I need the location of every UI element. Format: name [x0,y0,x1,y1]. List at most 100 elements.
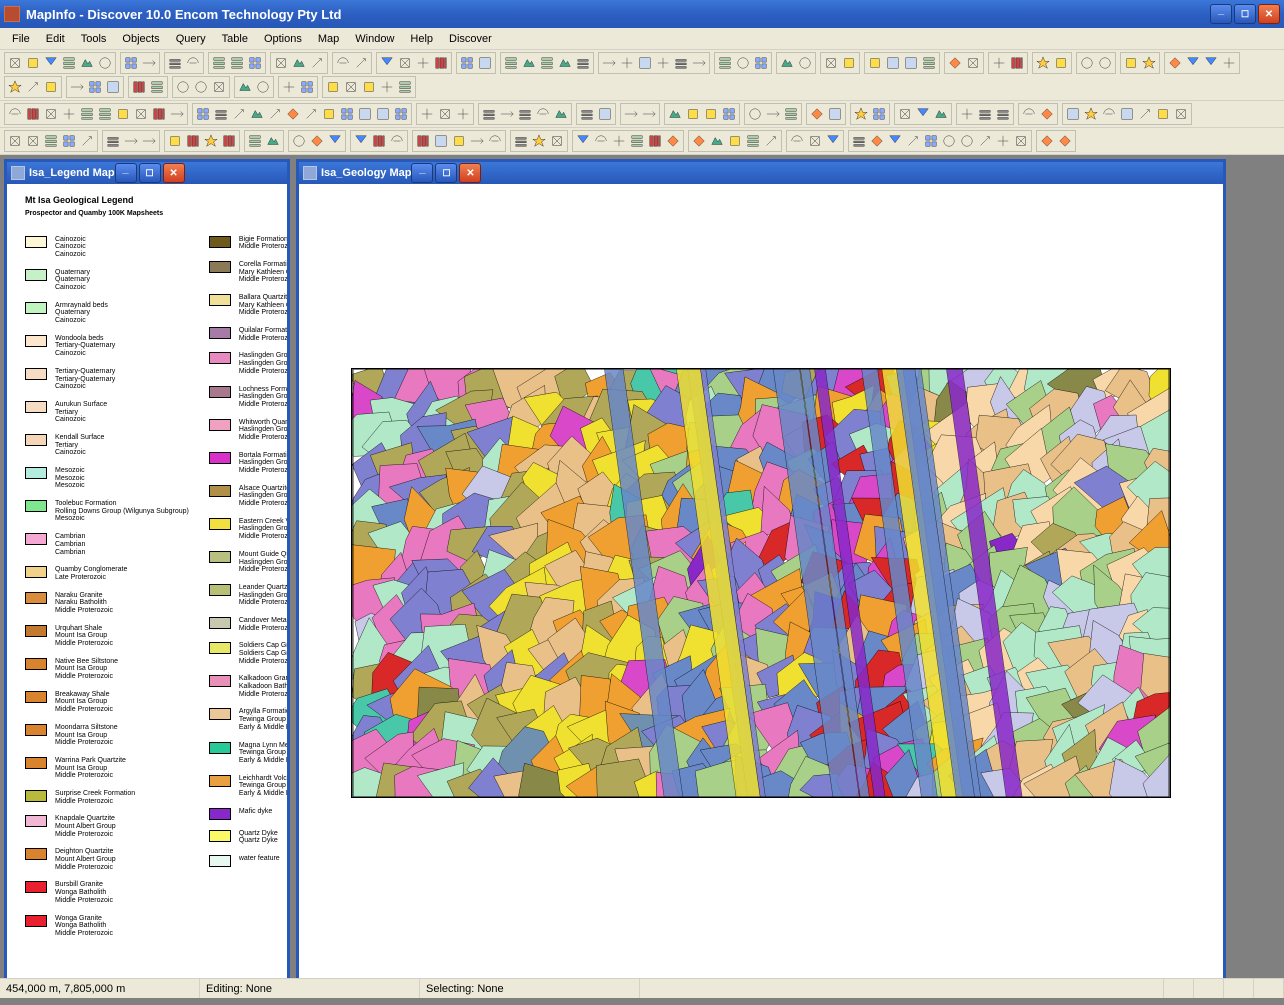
toolbar-button[interactable] [884,54,902,72]
toolbar-button[interactable] [920,54,938,72]
toolbar-button[interactable] [374,105,392,123]
toolbar-button[interactable] [904,132,922,150]
toolbar-button[interactable] [6,105,24,123]
toolbar-button[interactable] [850,132,868,150]
geology-title-bar[interactable]: Isa_Geology Map [299,162,1223,184]
toolbar-button[interactable] [708,132,726,150]
toolbar-button[interactable] [392,105,410,123]
toolbar-button[interactable] [808,105,826,123]
toolbar-button[interactable] [184,132,202,150]
toolbar-button[interactable] [1078,54,1096,72]
toolbar-button[interactable] [42,132,60,150]
toolbar-button[interactable] [42,105,60,123]
toolbar-button[interactable] [414,54,432,72]
toolbar-button[interactable] [298,78,316,96]
toolbar-button[interactable] [1056,132,1074,150]
legend-window[interactable]: Isa_Legend Map Mt Isa Geological Legend … [4,159,290,985]
toolbar-button[interactable] [290,132,308,150]
toolbar-button[interactable] [628,132,646,150]
toolbar-button[interactable] [104,78,122,96]
toolbar-button[interactable] [600,54,618,72]
toolbar-button[interactable] [264,132,282,150]
toolbar-button[interactable] [228,54,246,72]
toolbar-button[interactable] [356,105,374,123]
toolbar-button[interactable] [826,105,844,123]
toolbar-button[interactable] [640,105,658,123]
toolbar-button[interactable] [994,105,1012,123]
toolbar-button[interactable] [1096,54,1114,72]
toolbar-button[interactable] [432,132,450,150]
toolbar-button[interactable] [932,105,950,123]
toolbar-button[interactable] [236,78,254,96]
toolbar-button[interactable] [534,105,552,123]
toolbar-button[interactable] [220,132,238,150]
toolbar-button[interactable] [746,105,764,123]
toolbar-button[interactable] [230,105,248,123]
toolbar-button[interactable] [320,105,338,123]
toolbar-button[interactable] [866,54,884,72]
toolbar-button[interactable] [78,132,96,150]
toolbar-button[interactable] [486,132,504,150]
toolbar-button[interactable] [308,54,326,72]
toolbar-button[interactable] [690,54,708,72]
toolbar-button[interactable] [6,78,24,96]
toolbar-button[interactable] [520,54,538,72]
toolbar-button[interactable] [342,78,360,96]
menu-objects[interactable]: Objects [114,31,167,47]
toolbar-button[interactable] [592,132,610,150]
menu-table[interactable]: Table [214,31,256,47]
toolbar-button[interactable] [1140,54,1158,72]
geology-close-button[interactable] [459,163,481,183]
toolbar-button[interactable] [24,54,42,72]
toolbar-button[interactable] [266,105,284,123]
maximize-button[interactable] [1234,4,1256,24]
toolbar-button[interactable] [726,132,744,150]
toolbar-button[interactable] [210,78,228,96]
toolbar-button[interactable] [24,78,42,96]
toolbar-button[interactable] [166,54,184,72]
toolbar-button[interactable] [1202,54,1220,72]
toolbar-button[interactable] [378,54,396,72]
toolbar-button[interactable] [148,78,166,96]
toolbar-button[interactable] [806,132,824,150]
toolbar-button[interactable] [326,132,344,150]
toolbar-button[interactable] [370,132,388,150]
toolbar-button[interactable] [476,54,494,72]
toolbar-button[interactable] [610,132,628,150]
toolbar-button[interactable] [436,105,454,123]
toolbar-button[interactable] [548,132,566,150]
toolbar-button[interactable] [976,105,994,123]
toolbar-button[interactable] [78,105,96,123]
toolbar-button[interactable] [24,132,42,150]
toolbar-button[interactable] [272,54,290,72]
toolbar-button[interactable] [1154,105,1172,123]
toolbar-button[interactable] [248,105,266,123]
toolbar-button[interactable] [1172,105,1190,123]
toolbar-button[interactable] [964,54,982,72]
toolbar-button[interactable] [122,54,140,72]
toolbar-button[interactable] [132,105,150,123]
toolbar-button[interactable] [868,132,886,150]
toolbar-button[interactable] [690,132,708,150]
toolbar-button[interactable] [96,105,114,123]
toolbar-button[interactable] [78,54,96,72]
toolbar-button[interactable] [914,105,932,123]
toolbar-button[interactable] [574,54,592,72]
toolbar-button[interactable] [284,105,302,123]
toolbar-button[interactable] [994,132,1012,150]
toolbar-button[interactable] [192,78,210,96]
toolbar-button[interactable] [280,78,298,96]
toolbar-button[interactable] [122,132,140,150]
legend-maximize-button[interactable] [139,163,161,183]
toolbar-button[interactable] [752,54,770,72]
toolbar-button[interactable] [922,132,940,150]
menu-query[interactable]: Query [168,31,214,47]
toolbar-button[interactable] [782,105,800,123]
toolbar-button[interactable] [388,132,406,150]
toolbar-button[interactable] [60,105,78,123]
toolbar-button[interactable] [664,132,682,150]
toolbar-button[interactable] [396,54,414,72]
toolbar-button[interactable] [530,132,548,150]
toolbar-button[interactable] [42,54,60,72]
toolbar-button[interactable] [990,54,1008,72]
